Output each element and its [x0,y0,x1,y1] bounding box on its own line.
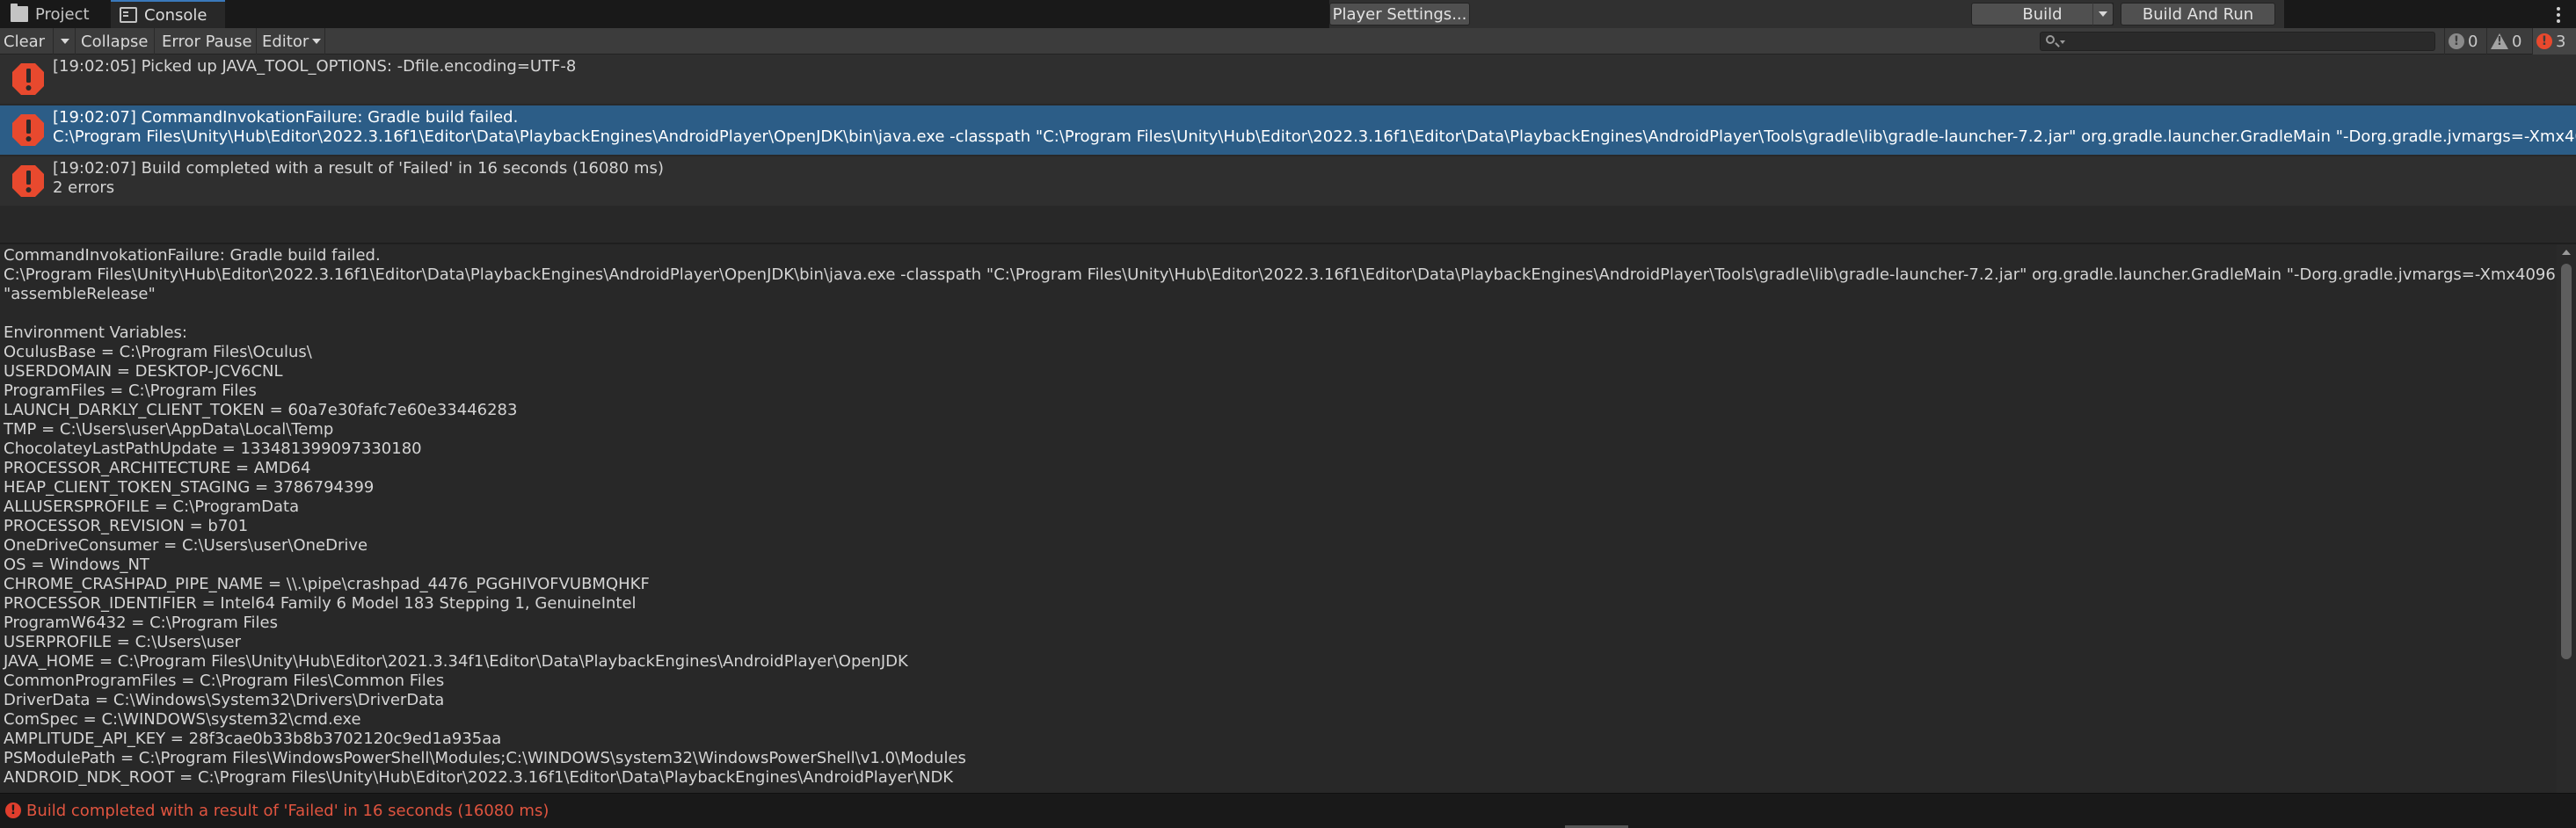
log-line-1: [19:02:07] Build completed with a result… [53,159,664,178]
log-count: 0 [2468,32,2478,51]
error-icon: ! [2536,33,2552,49]
search-input[interactable] [2040,32,2435,51]
error-icon [11,113,46,148]
editor-target-dropdown[interactable]: Editor [258,28,325,54]
log-entry[interactable]: [19:02:05] Picked up JAVA_TOOL_OPTIONS: … [0,54,2576,104]
error-icon [11,163,46,199]
console-toolbar: Clear Collapse Error Pause Editor ! 0 0 … [0,28,2576,54]
tab-project-label: Project [35,4,90,24]
error-pause-toggle[interactable]: Error Pause [158,28,257,54]
log-entry-text: [19:02:05] Picked up JAVA_TOOL_OPTIONS: … [53,57,576,76]
detail-scrollbar[interactable] [2557,244,2576,793]
search-icon [2046,35,2055,44]
info-icon: ! [2449,33,2464,49]
log-detail-pane[interactable]: CommandInvokationFailure: Gradle build f… [0,244,2555,793]
console-icon [120,7,137,23]
log-count-toggle[interactable]: ! 0 [2444,28,2485,54]
clear-button[interactable]: Clear [0,28,76,54]
player-settings-button[interactable]: Player Settings... [1329,3,1470,25]
collapse-toggle[interactable]: Collapse [77,28,155,54]
tab-project[interactable]: Project [5,0,95,28]
log-line-2: 2 errors [53,178,115,197]
tab-console[interactable]: Console [111,0,225,28]
log-entry-text: [19:02:07] Build completed with a result… [53,159,664,198]
log-line-2: C:\Program Files\Unity\Hub\Editor\2022.3… [53,127,2576,146]
log-entry-text: [19:02:07] CommandInvokationFailure: Gra… [53,108,2576,147]
editor-label: Editor [262,32,309,51]
warning-count: 0 [2512,32,2522,51]
chevron-down-icon [60,39,69,44]
log-entry[interactable]: [19:02:07] Build completed with a result… [0,156,2576,206]
error-count: 3 [2556,32,2566,51]
chevron-down-icon [2099,11,2107,17]
scroll-up-icon[interactable] [2562,250,2571,255]
clear-options-dropdown[interactable] [53,28,76,54]
clear-label: Clear [4,32,46,51]
log-entry-selected[interactable]: [19:02:07] CommandInvokationFailure: Gra… [0,105,2576,155]
warning-count-toggle[interactable]: 0 [2486,28,2529,54]
status-bar: ! Build completed with a result of 'Fail… [0,793,2576,828]
log-list: [19:02:05] Picked up JAVA_TOOL_OPTIONS: … [0,54,2576,243]
build-and-run-button[interactable]: Build And Run [2121,3,2275,25]
error-count-toggle[interactable]: ! 3 [2532,28,2576,54]
folder-icon [11,4,28,22]
warning-icon [2491,33,2508,49]
build-button-label: Build [2022,4,2063,24]
log-line-1: [19:02:05] Picked up JAVA_TOOL_OPTIONS: … [53,57,577,76]
status-message[interactable]: Build completed with a result of 'Failed… [26,802,549,820]
error-icon: ! [5,803,21,818]
more-options-icon[interactable] [2557,7,2560,23]
search-options-icon [2060,40,2065,44]
scrollbar-thumb[interactable] [2561,264,2572,659]
chevron-down-icon [312,39,322,44]
error-icon [11,62,46,97]
log-detail-text: CommandInvokationFailure: Gradle build f… [4,246,2555,787]
tab-console-label: Console [144,5,207,25]
log-line-1: [19:02:07] CommandInvokationFailure: Gra… [53,108,519,127]
build-options-dropdown[interactable] [2092,3,2114,25]
